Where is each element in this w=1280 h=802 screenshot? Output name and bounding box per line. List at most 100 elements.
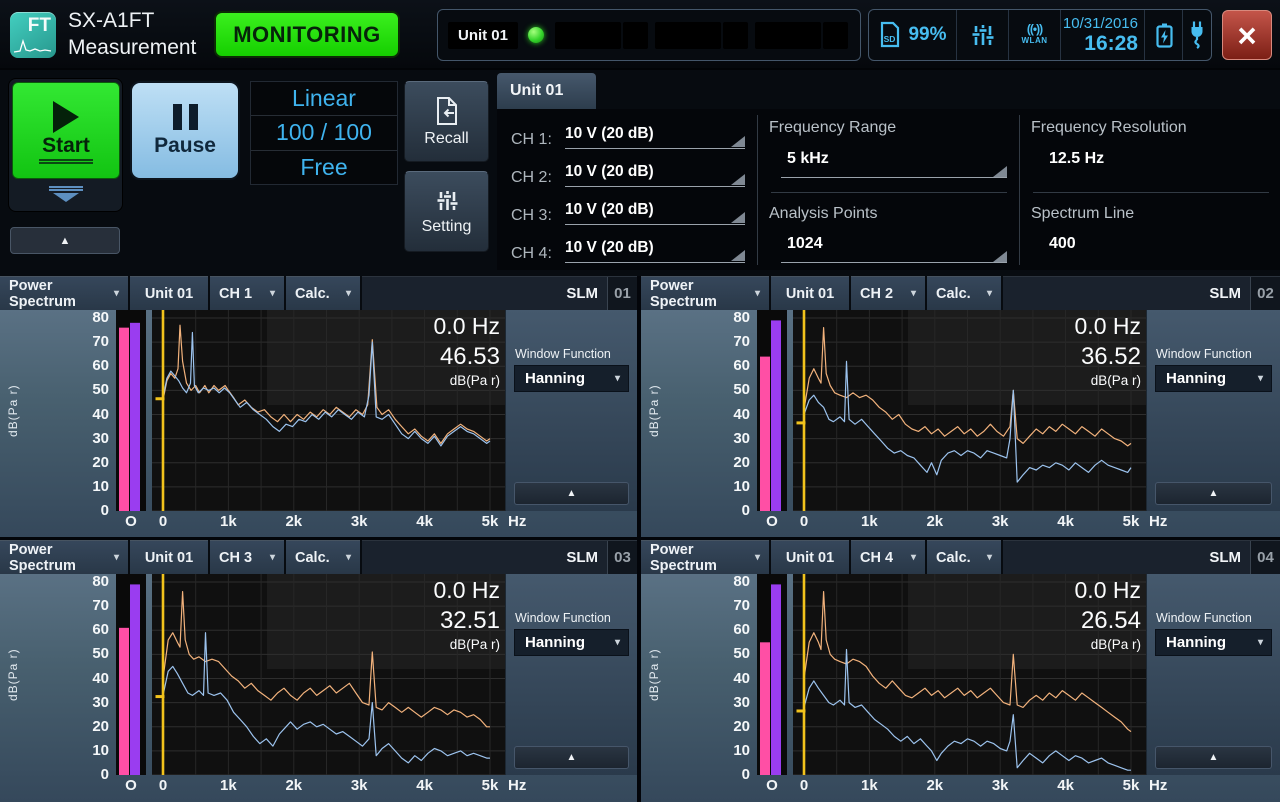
function-label: Power Spectrum [9,278,106,310]
unit-select: Unit 01 [130,540,208,574]
panel-collapse-button[interactable]: ▲ [1155,746,1272,769]
slm-label: SLM [566,285,598,302]
wlan-status: ((•)) WLAN [1009,10,1061,60]
y-tick: 80 [92,309,109,327]
mixer-icon [971,22,995,48]
unit-select: Unit 01 [130,276,208,310]
frequency-range-dropdown[interactable]: 5 kHz [787,150,829,168]
y-tick: 60 [733,357,750,375]
window-function-dropdown[interactable]: Hanning ▾ [514,365,629,392]
spectrum-line-label: Spectrum Line [1031,205,1134,223]
y-tick: 30 [733,694,750,712]
mode-average-count: 100 / 100 [251,116,397,150]
underline [781,262,1007,263]
chevron-down-icon: ▾ [262,288,275,299]
spectrum-chart-panel: Power Spectrum ▾ Unit 01 CH 1 ▾ Calc. ▾ … [0,276,637,537]
window-function-dropdown[interactable]: Hanning ▾ [1155,365,1272,392]
window-function-label: Window Function [515,611,611,625]
ch3-label: CH 3: [511,207,565,225]
control-panel-collapse-button[interactable]: ▲ [10,227,120,254]
recall-button[interactable]: Recall [404,81,489,162]
power-plug-icon [1188,20,1206,50]
overall-level-bars [116,574,146,775]
slm-number: 03 [607,541,637,574]
chevron-down-icon: ▾ [262,552,275,563]
y-tick: 20 [92,454,109,472]
ch3-range-dropdown[interactable]: 10 V (20 dB) [565,201,745,225]
calc-label: Calc. [295,550,330,566]
setting-button[interactable]: Setting [404,171,489,252]
panel-collapse-button[interactable]: ▲ [514,746,629,769]
x-axis-strip: O01k2k3k4k5kHz [0,511,637,537]
dropdown-corner-icon [731,212,745,223]
cursor-readout: 0.0 Hz 32.51 dB(Pa r) [340,576,500,654]
channel-select[interactable]: CH 2 ▾ [851,276,925,310]
x-axis-strip: O01k2k3k4k5kHz [0,775,637,802]
cursor-value: 26.54 [981,605,1141,636]
system-status-panel: SD 99% ((•)) WLAN 10/31/2016 16:28 [868,9,1212,61]
start-label: Start [42,135,90,157]
unit-status-panel: Unit 01 [437,9,861,61]
close-button[interactable]: × [1222,10,1272,60]
frequency-resolution-value: 12.5 Hz [1049,150,1104,168]
start-dropdown-handle[interactable] [12,180,120,208]
unit-slot-empty [823,22,848,49]
window-function-panel: Window Function Hanning ▾ ▲ [505,310,637,511]
function-select[interactable]: Power Spectrum ▾ [641,540,769,574]
slm-badge: SLM 01 [362,276,637,310]
ch1-range-dropdown[interactable]: 10 V (20 dB) [565,125,745,149]
pause-button[interactable]: Pause [130,81,240,180]
calc-select[interactable]: Calc. ▾ [927,540,1001,574]
sd-card-icon: SD [878,21,902,49]
analysis-points-dropdown[interactable]: 1024 [787,235,823,253]
slm-badge: SLM 03 [362,540,637,574]
start-button[interactable]: Start [12,82,120,179]
x-tick: 4k [1057,513,1074,530]
setting-sliders-icon [433,187,461,215]
channel-select[interactable]: CH 4 ▾ [851,540,925,574]
y-axis-label: dB(Pa r) [641,574,667,775]
x-tick: O [125,513,137,530]
ch4-range-dropdown[interactable]: 10 V (20 dB) [565,239,745,263]
tab-unit-01[interactable]: Unit 01 [497,73,596,109]
y-tick: 10 [92,478,109,496]
cursor-readout: 0.0 Hz 46.53 dB(Pa r) [340,312,500,390]
top-bar: FT SX-A1FT Measurement MONITORING Unit 0… [0,0,1280,70]
x-tick: 0 [800,777,808,794]
window-function-panel: Window Function Hanning ▾ ▲ [505,574,637,775]
chevron-down-icon: ▾ [338,552,351,563]
chevron-down-icon: ▾ [747,552,760,563]
unit-slot-empty [655,22,721,49]
panel-collapse-button[interactable]: ▲ [514,482,629,505]
window-function-label: Window Function [1156,611,1252,625]
chevron-down-icon: ▾ [979,552,992,563]
function-select[interactable]: Power Spectrum ▾ [641,276,769,310]
date-text: 10/31/2016 [1063,15,1138,32]
chart-header: Power Spectrum ▾ Unit 01 CH 3 ▾ Calc. ▾ … [0,540,637,574]
y-tick: 40 [92,406,109,424]
ch2-range-dropdown[interactable]: 10 V (20 dB) [565,163,745,187]
function-select[interactable]: Power Spectrum ▾ [0,276,128,310]
x-tick: 0 [159,777,167,794]
divider [757,115,758,265]
calc-select[interactable]: Calc. ▾ [286,276,360,310]
window-function-value: Hanning [1166,634,1226,651]
wlan-signal-glyph: ((•)) [1027,24,1042,35]
unit-select: Unit 01 [771,276,849,310]
y-tick: 60 [92,621,109,639]
panel-collapse-button[interactable]: ▲ [1155,482,1272,505]
channel-select[interactable]: CH 1 ▾ [210,276,284,310]
cursor-unit: dB(Pa r) [981,636,1141,654]
x-tick: 3k [351,777,368,794]
slm-badge: SLM 02 [1003,276,1280,310]
x-tick: 5k [482,777,499,794]
function-select[interactable]: Power Spectrum ▾ [0,540,128,574]
window-function-dropdown[interactable]: Hanning ▾ [1155,629,1272,656]
calc-select[interactable]: Calc. ▾ [286,540,360,574]
window-function-dropdown[interactable]: Hanning ▾ [514,629,629,656]
channel-select[interactable]: CH 3 ▾ [210,540,284,574]
monitoring-status-button[interactable]: MONITORING [214,11,400,58]
unit-slot-empty [623,22,648,49]
calc-select[interactable]: Calc. ▾ [927,276,1001,310]
chevron-down-icon: ▾ [615,373,620,384]
